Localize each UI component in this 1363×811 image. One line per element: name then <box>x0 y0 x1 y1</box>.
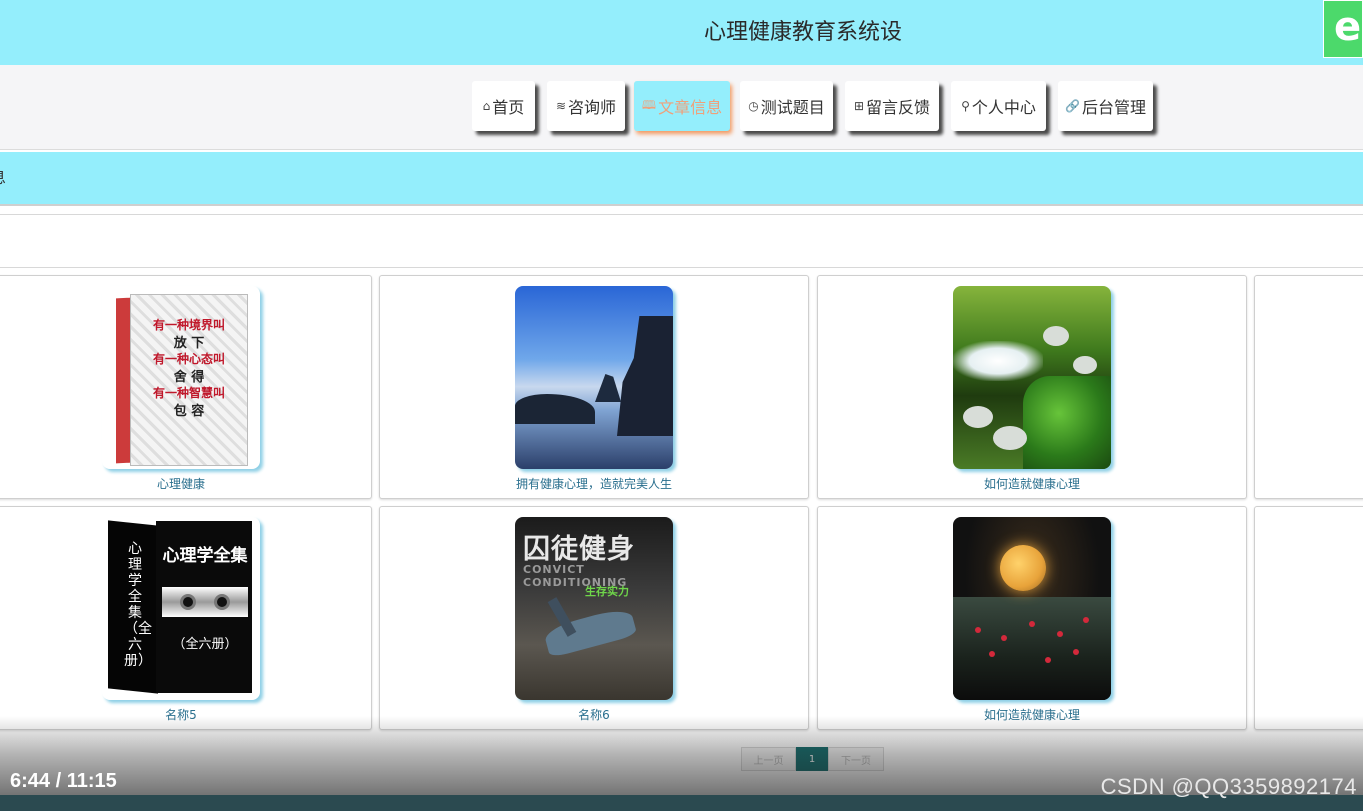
home-icon: ⌂ <box>482 99 491 113</box>
filter-bar <box>0 214 1363 268</box>
nav-tests[interactable]: ◷ 测试题目 <box>740 81 833 131</box>
article-card[interactable]: 如何造就健康心理 <box>817 506 1247 730</box>
article-card[interactable]: 有一种境界叫 放 下 有一种心态叫 舍 得 有一种智慧叫 包 容 心理健康 <box>0 275 372 499</box>
article-thumbnail[interactable] <box>953 286 1111 469</box>
prev-page-button[interactable]: 上一页 <box>741 747 796 771</box>
grid-icon: ⊞ <box>853 99 865 113</box>
nav-home[interactable]: ⌂ 首页 <box>472 81 535 131</box>
article-title[interactable]: 拥有健康心理，造就完美人生 <box>380 475 808 492</box>
article-title[interactable]: 名称6 <box>380 706 808 723</box>
article-title[interactable]: 如何造就健康心理 <box>818 706 1246 723</box>
nav-feedback[interactable]: ⊞ 留言反馈 <box>845 81 939 131</box>
article-card[interactable] <box>1254 275 1363 499</box>
user-icon: ⚲ <box>961 99 970 113</box>
article-title[interactable]: 名称5 <box>0 706 371 723</box>
top-header: 心理健康教育系统设 e <box>0 0 1363 65</box>
next-page-button[interactable]: 下一页 <box>828 747 884 771</box>
main-nav: ⌂ 首页 ≋ 咨询师 🕮 文章信息 ◷ 测试题目 ⊞ 留言反馈 ⚲ 个人中心 🔗 后台管理 <box>0 65 1363 150</box>
article-card[interactable]: 囚徒健身 CONVICT CONDITIONING 生存实力 名称6 <box>379 506 809 730</box>
article-thumbnail[interactable]: 有一种境界叫 放 下 有一种心态叫 舍 得 有一种智慧叫 包 容 <box>102 286 260 469</box>
article-card[interactable]: 如何造就健康心理 <box>817 275 1247 499</box>
nav-counselors[interactable]: ≋ 咨询师 <box>547 81 625 131</box>
clock-icon: ◷ <box>748 99 759 113</box>
browser-logo-icon[interactable]: e <box>1323 0 1363 58</box>
article-card[interactable] <box>1254 506 1363 730</box>
nav-articles[interactable]: 🕮 文章信息 <box>634 81 730 131</box>
article-thumbnail[interactable] <box>953 517 1111 700</box>
article-title[interactable]: 心理健康 <box>0 475 371 492</box>
layers-icon: ≋ <box>555 99 567 113</box>
article-card[interactable]: 拥有健康心理，造就完美人生 <box>379 275 809 499</box>
site-title: 心理健康教育系统设 <box>703 20 902 45</box>
watermark: CSDN @QQ3359892174 <box>1100 774 1357 799</box>
article-thumbnail[interactable]: 囚徒健身 CONVICT CONDITIONING 生存实力 <box>515 517 673 700</box>
article-title[interactable]: 如何造就健康心理 <box>818 475 1246 492</box>
article-card[interactable]: 心理学全集 （全六册） 心理学全集（全六册） 名称5 <box>0 506 372 730</box>
pagination: 上一页 1 下一页 <box>741 747 884 771</box>
article-thumbnail[interactable] <box>515 286 673 469</box>
breadcrumb: 息 <box>0 152 1363 206</box>
nav-profile[interactable]: ⚲ 个人中心 <box>951 81 1046 131</box>
nav-admin[interactable]: 🔗 后台管理 <box>1058 81 1153 131</box>
article-thumbnail[interactable]: 心理学全集 （全六册） 心理学全集（全六册） <box>102 517 260 700</box>
book-icon: 🕮 <box>641 97 657 112</box>
link-icon: 🔗 <box>1065 99 1080 113</box>
page-1-button[interactable]: 1 <box>796 747 828 771</box>
breadcrumb-text: 息 <box>0 164 6 188</box>
video-time: 6:44 / 11:15 <box>10 770 117 792</box>
